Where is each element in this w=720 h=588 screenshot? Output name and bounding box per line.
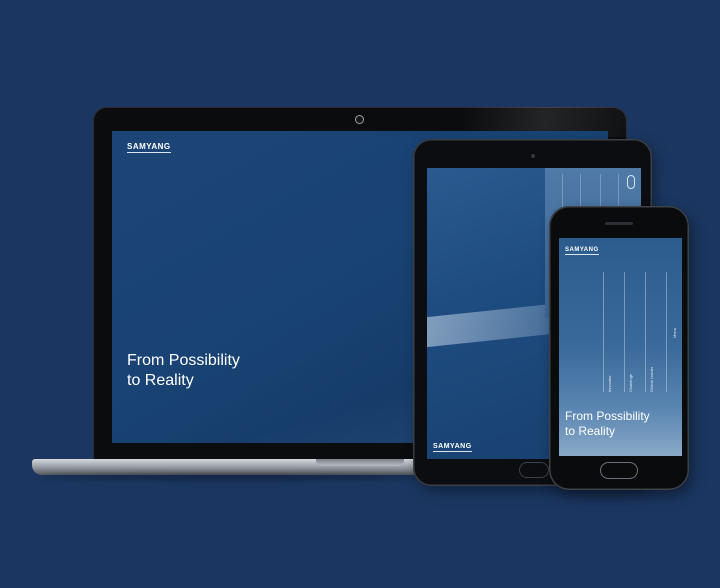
laptop-headline-line2: to Reality	[127, 372, 194, 389]
phone-headline-line1: From Possibility	[565, 409, 650, 423]
tablet-logo[interactable]: SAMYANG	[433, 443, 472, 452]
laptop-camera	[355, 115, 364, 124]
laptop-trackpad-notch	[316, 459, 404, 466]
phone-headline-line2: to Reality	[565, 424, 616, 438]
tablet-menu-icon[interactable]	[627, 175, 635, 189]
phone-nav-divider	[624, 272, 625, 392]
phone-nav-global-leader[interactable]: Global Leader	[649, 367, 654, 392]
laptop-headline-line1: From Possibility	[127, 352, 240, 369]
phone-speaker	[605, 222, 633, 225]
phone-nav-divider	[645, 272, 646, 392]
phone-nav-divider	[666, 272, 667, 392]
laptop-logo[interactable]: SAMYANG	[127, 143, 171, 153]
tablet-camera	[531, 154, 535, 158]
laptop-shadow	[40, 474, 430, 480]
phone-nav-innovator[interactable]: Innovator	[607, 375, 612, 392]
phone-nav-divider	[603, 272, 604, 392]
phone-menu-button[interactable]: Menu	[672, 328, 677, 338]
phone-nav-challenge[interactable]: Challenge	[628, 374, 633, 392]
tablet-home-button	[519, 462, 549, 478]
phone-home-button	[600, 462, 638, 479]
phone-logo[interactable]: SAMYANG	[565, 247, 599, 255]
laptop-headline: From Possibility to Reality	[127, 351, 240, 391]
phone-headline: From Possibility to Reality	[565, 409, 650, 439]
